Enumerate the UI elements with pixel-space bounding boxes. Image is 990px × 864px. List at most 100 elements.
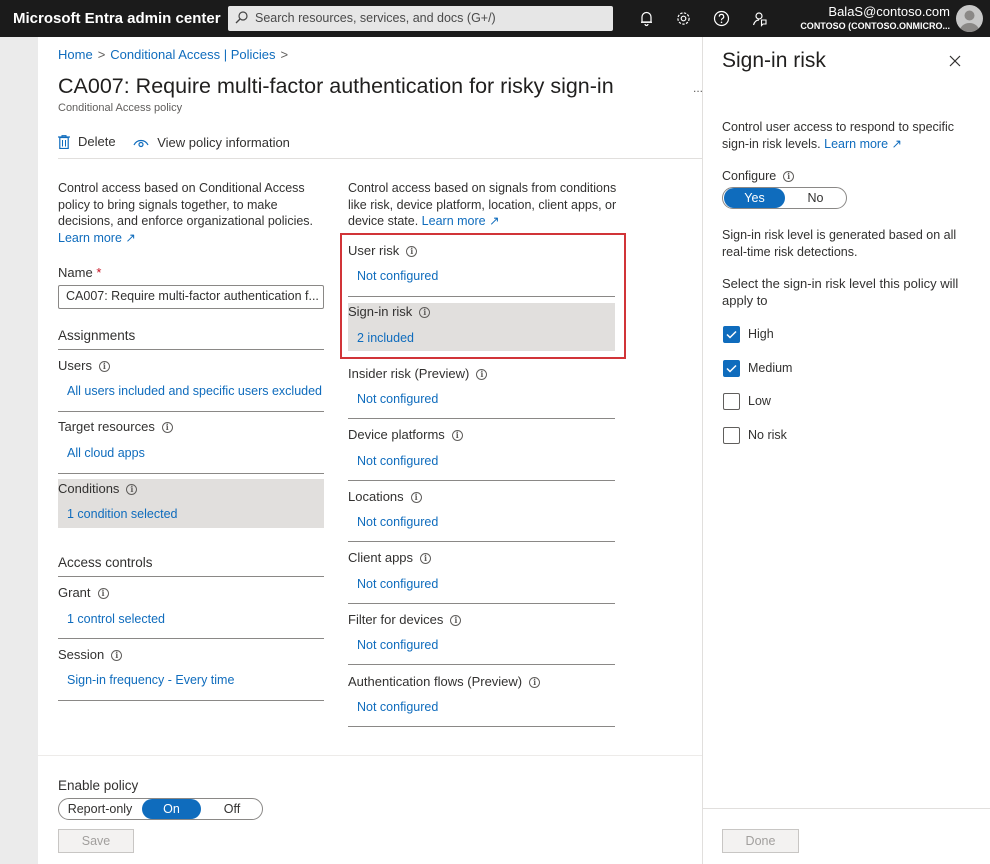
settings-gear-icon[interactable] xyxy=(675,10,692,27)
authentication-flows-link[interactable]: Not configured xyxy=(357,700,438,714)
divider xyxy=(58,638,324,639)
divider xyxy=(58,349,324,350)
report-only-option[interactable]: Report-only xyxy=(59,799,141,819)
enable-policy-label: Enable policy xyxy=(58,778,139,793)
help-icon[interactable] xyxy=(713,10,730,27)
yes-option[interactable]: Yes xyxy=(724,188,785,208)
grant-link[interactable]: 1 control selected xyxy=(67,612,165,626)
info-icon[interactable]: i xyxy=(476,368,488,380)
session-label: Session i xyxy=(58,647,123,662)
policy-editor: Home > Conditional Access | Policies > CA00… xyxy=(38,37,702,864)
filter-for-devices-link[interactable]: Not configured xyxy=(357,638,438,652)
target-resources-link[interactable]: All cloud apps xyxy=(67,446,145,460)
notifications-icon[interactable] xyxy=(638,10,655,27)
more-options-button[interactable]: ... xyxy=(693,81,702,95)
users-value-link[interactable]: All users included and specific users ex… xyxy=(67,384,322,398)
page-subtitle: Conditional Access policy xyxy=(58,102,183,114)
no-option[interactable]: No xyxy=(785,188,846,208)
info-icon[interactable]: i xyxy=(451,429,463,441)
divider xyxy=(58,576,324,577)
external-link-icon: ↗ xyxy=(888,136,903,151)
account-info[interactable]: BalaS@contoso.com CONTOSO (CONTOSO.ONMIC… xyxy=(800,4,950,31)
info-icon[interactable]: i xyxy=(410,491,422,503)
left-strip xyxy=(0,37,38,864)
insider-risk-label: Insider risk (Preview) i xyxy=(348,366,488,381)
divider xyxy=(348,664,615,665)
users-label: Users i xyxy=(58,358,110,373)
info-icon[interactable]: i xyxy=(111,649,123,661)
learn-more-link[interactable]: Learn more ↗ xyxy=(824,137,902,151)
checkmark-icon xyxy=(726,364,737,373)
info-icon[interactable]: i xyxy=(98,360,110,372)
select-level-text: Select the sign-in risk level this polic… xyxy=(722,276,959,308)
trash-icon xyxy=(58,134,70,149)
configure-toggle[interactable]: Yes No xyxy=(722,187,847,209)
panel-title: Sign-in risk xyxy=(722,49,826,72)
on-option[interactable]: On xyxy=(142,799,201,819)
divider xyxy=(348,726,615,727)
name-label: Name * xyxy=(58,265,102,280)
no-risk-checkbox[interactable] xyxy=(723,427,740,444)
highlight-box xyxy=(340,233,626,359)
conditions-link[interactable]: 1 condition selected xyxy=(67,507,178,521)
info-icon[interactable]: i xyxy=(126,483,138,495)
view-policy-info-label: View policy information xyxy=(157,135,290,150)
top-bar: Microsoft Entra admin center Search reso… xyxy=(0,0,990,37)
divider xyxy=(703,808,990,809)
app-title[interactable]: Microsoft Entra admin center xyxy=(13,10,221,27)
high-checkbox[interactable] xyxy=(723,326,740,343)
info-icon[interactable]: i xyxy=(783,170,795,182)
divider xyxy=(348,603,615,604)
avatar[interactable] xyxy=(956,5,983,32)
info-icon[interactable]: i xyxy=(450,614,462,626)
low-checkbox[interactable] xyxy=(723,393,740,410)
divider xyxy=(58,411,324,412)
feedback-icon[interactable] xyxy=(751,10,768,27)
divider xyxy=(58,158,702,159)
target-resources-label: Target resources i xyxy=(58,419,173,434)
high-label: High xyxy=(748,327,774,341)
close-icon[interactable] xyxy=(947,53,963,69)
info-icon[interactable]: i xyxy=(420,552,432,564)
info-icon[interactable]: i xyxy=(529,676,541,688)
divider xyxy=(348,541,615,542)
done-button[interactable]: Done xyxy=(722,829,799,853)
external-link-icon: ↗ xyxy=(121,230,136,245)
locations-link[interactable]: Not configured xyxy=(357,515,438,529)
policy-name-input[interactable]: CA007: Require multi-factor authenticati… xyxy=(58,285,324,309)
learn-more-link[interactable]: Learn more ↗ xyxy=(422,214,500,228)
breadcrumb-home[interactable]: Home xyxy=(58,47,93,62)
info-icon[interactable]: i xyxy=(97,587,109,599)
insider-risk-link[interactable]: Not configured xyxy=(357,392,438,406)
client-apps-label: Client apps i xyxy=(348,550,432,565)
session-link[interactable]: Sign-in frequency - Every time xyxy=(67,673,234,687)
breadcrumb: Home > Conditional Access | Policies > xyxy=(58,47,293,62)
external-link-icon: ↗ xyxy=(485,214,500,228)
learn-more-link[interactable]: Learn more ↗ xyxy=(58,231,136,245)
eye-icon xyxy=(133,137,149,149)
enable-policy-toggle[interactable]: Report-only On Off xyxy=(58,798,263,820)
save-button[interactable]: Save xyxy=(58,829,134,853)
assignments-heading: Assignments xyxy=(58,328,136,343)
search-icon xyxy=(235,11,248,27)
checkmark-icon xyxy=(726,330,737,339)
delete-label: Delete xyxy=(78,134,116,149)
off-option[interactable]: Off xyxy=(202,799,262,819)
page-title: CA007: Require multi-factor authenticati… xyxy=(58,74,614,98)
info-icon[interactable]: i xyxy=(161,421,173,433)
grant-label: Grant i xyxy=(58,585,109,600)
panel-intro: Control user access to respond to specif… xyxy=(722,120,955,151)
tenant-name: CONTOSO (CONTOSO.ONMICRO... xyxy=(800,21,950,31)
search-box[interactable]: Search resources, services, and docs (G+… xyxy=(228,6,613,31)
device-platforms-link[interactable]: Not configured xyxy=(357,454,438,468)
medium-checkbox[interactable] xyxy=(723,360,740,377)
client-apps-link[interactable]: Not configured xyxy=(357,577,438,591)
chevron-right-icon: > xyxy=(97,47,106,62)
delete-button[interactable]: Delete xyxy=(58,134,116,149)
view-policy-info-button[interactable]: View policy information xyxy=(133,135,290,150)
authentication-flows-label: Authentication flows (Preview) i xyxy=(348,674,541,689)
breadcrumb-policies[interactable]: Conditional Access | Policies xyxy=(110,47,275,62)
medium-label: Medium xyxy=(748,361,793,375)
search-placeholder: Search resources, services, and docs (G+… xyxy=(255,11,496,25)
configure-label: Configure i xyxy=(722,168,977,185)
